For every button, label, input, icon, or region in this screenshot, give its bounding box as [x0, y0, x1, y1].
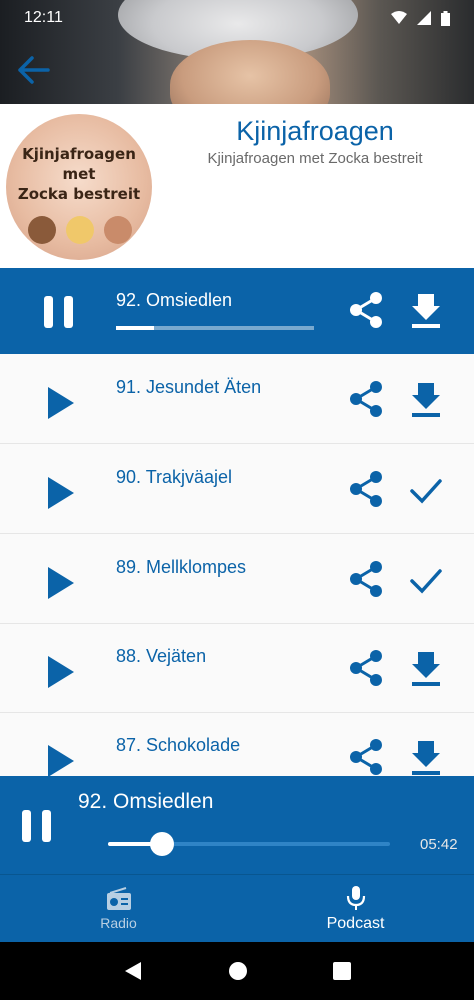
episode-title: 91. Jesundet Äten — [116, 377, 262, 397]
cover-title-line-2: met — [62, 165, 96, 183]
share-icon[interactable] — [346, 559, 386, 599]
home-circle-icon[interactable] — [228, 961, 248, 981]
bottom-nav: Radio Podcast — [0, 874, 474, 942]
system-nav-bar — [0, 942, 474, 1000]
seek-thumb[interactable] — [149, 832, 174, 856]
signal-icon — [417, 11, 431, 25]
episode-title: 92. Omsiedlen — [116, 290, 233, 310]
wifi-icon — [391, 11, 407, 24]
episode-row[interactable]: 90. Trakjväajel — [0, 445, 474, 534]
microphone-icon — [346, 885, 365, 910]
download-icon[interactable] — [408, 648, 444, 688]
check-icon — [410, 479, 442, 504]
status-icons — [391, 10, 450, 26]
play-icon[interactable] — [40, 741, 80, 776]
episode-title: 87. Schokolade — [116, 735, 241, 755]
play-icon[interactable] — [40, 563, 80, 603]
duration-label: 05:42 — [420, 836, 458, 853]
status-time: 12:11 — [24, 9, 63, 26]
episode-row[interactable]: 89. Mellklompes — [0, 535, 474, 624]
back-triangle-icon[interactable] — [123, 961, 143, 981]
play-icon[interactable] — [40, 473, 80, 513]
now-playing-bar: 92. Omsiedlen 05:42 — [0, 776, 474, 874]
nav-radio[interactable]: Radio — [0, 875, 237, 942]
nav-podcast-label: Podcast — [326, 914, 385, 932]
share-icon[interactable] — [346, 290, 386, 330]
podcast-header: Kjinjafroagen met Zocka bestreit Kjinjaf… — [0, 104, 474, 268]
cover-kid-1 — [28, 216, 56, 244]
episode-row[interactable]: 88. Vejäten — [0, 624, 474, 713]
battery-icon — [441, 10, 450, 26]
now-playing-title: 92. Omsiedlen — [78, 790, 214, 813]
check-icon — [410, 569, 442, 594]
arrow-left-icon — [18, 56, 50, 84]
episode-row[interactable]: 92. Omsiedlen — [0, 268, 474, 354]
status-bar: 12:11 — [0, 0, 474, 36]
episode-row[interactable]: 91. Jesundet Äten — [0, 355, 474, 444]
episode-row[interactable]: 87. Schokolade — [0, 713, 474, 776]
cover-title-line-1: Kjinjafroagen — [22, 145, 136, 163]
recents-square-icon[interactable] — [333, 962, 352, 980]
episode-title: 88. Vejäten — [116, 646, 207, 666]
cover-kid-2 — [66, 216, 94, 244]
seek-bar[interactable] — [108, 832, 390, 856]
share-icon[interactable] — [346, 469, 386, 509]
download-icon[interactable] — [408, 290, 444, 330]
download-icon[interactable] — [408, 379, 444, 419]
play-icon[interactable] — [40, 383, 80, 423]
back-button[interactable] — [14, 50, 54, 90]
episode-progress-fill — [116, 326, 154, 330]
episode-list[interactable]: 92. Omsiedlen 91. Jesundet Äten 90. Trak… — [0, 268, 474, 776]
pause-icon[interactable] — [40, 292, 80, 332]
nav-radio-label: Radio — [100, 914, 137, 931]
podcast-cover: Kjinjafroagen met Zocka bestreit — [6, 114, 152, 260]
podcast-title: Kjinjafroagen — [236, 116, 394, 146]
cover-kid-3 — [104, 216, 132, 244]
episode-progress — [116, 326, 314, 330]
radio-icon — [106, 886, 131, 910]
play-icon[interactable] — [40, 652, 80, 692]
share-icon[interactable] — [346, 379, 386, 419]
share-icon[interactable] — [346, 648, 386, 688]
share-icon[interactable] — [346, 737, 386, 776]
episode-title: 89. Mellklompes — [116, 557, 247, 577]
pause-icon[interactable] — [18, 806, 58, 846]
nav-podcast[interactable]: Podcast — [237, 875, 474, 942]
podcast-subtitle: Kjinjafroagen met Zocka bestreit — [207, 150, 423, 167]
episode-title: 90. Trakjväajel — [116, 467, 233, 487]
download-icon[interactable] — [408, 737, 444, 776]
header-image: 12:11 — [0, 0, 474, 104]
cover-title-line-3: Zocka bestreit — [17, 185, 141, 203]
cover-title: Kjinjafroagen met Zocka bestreit — [6, 144, 152, 204]
